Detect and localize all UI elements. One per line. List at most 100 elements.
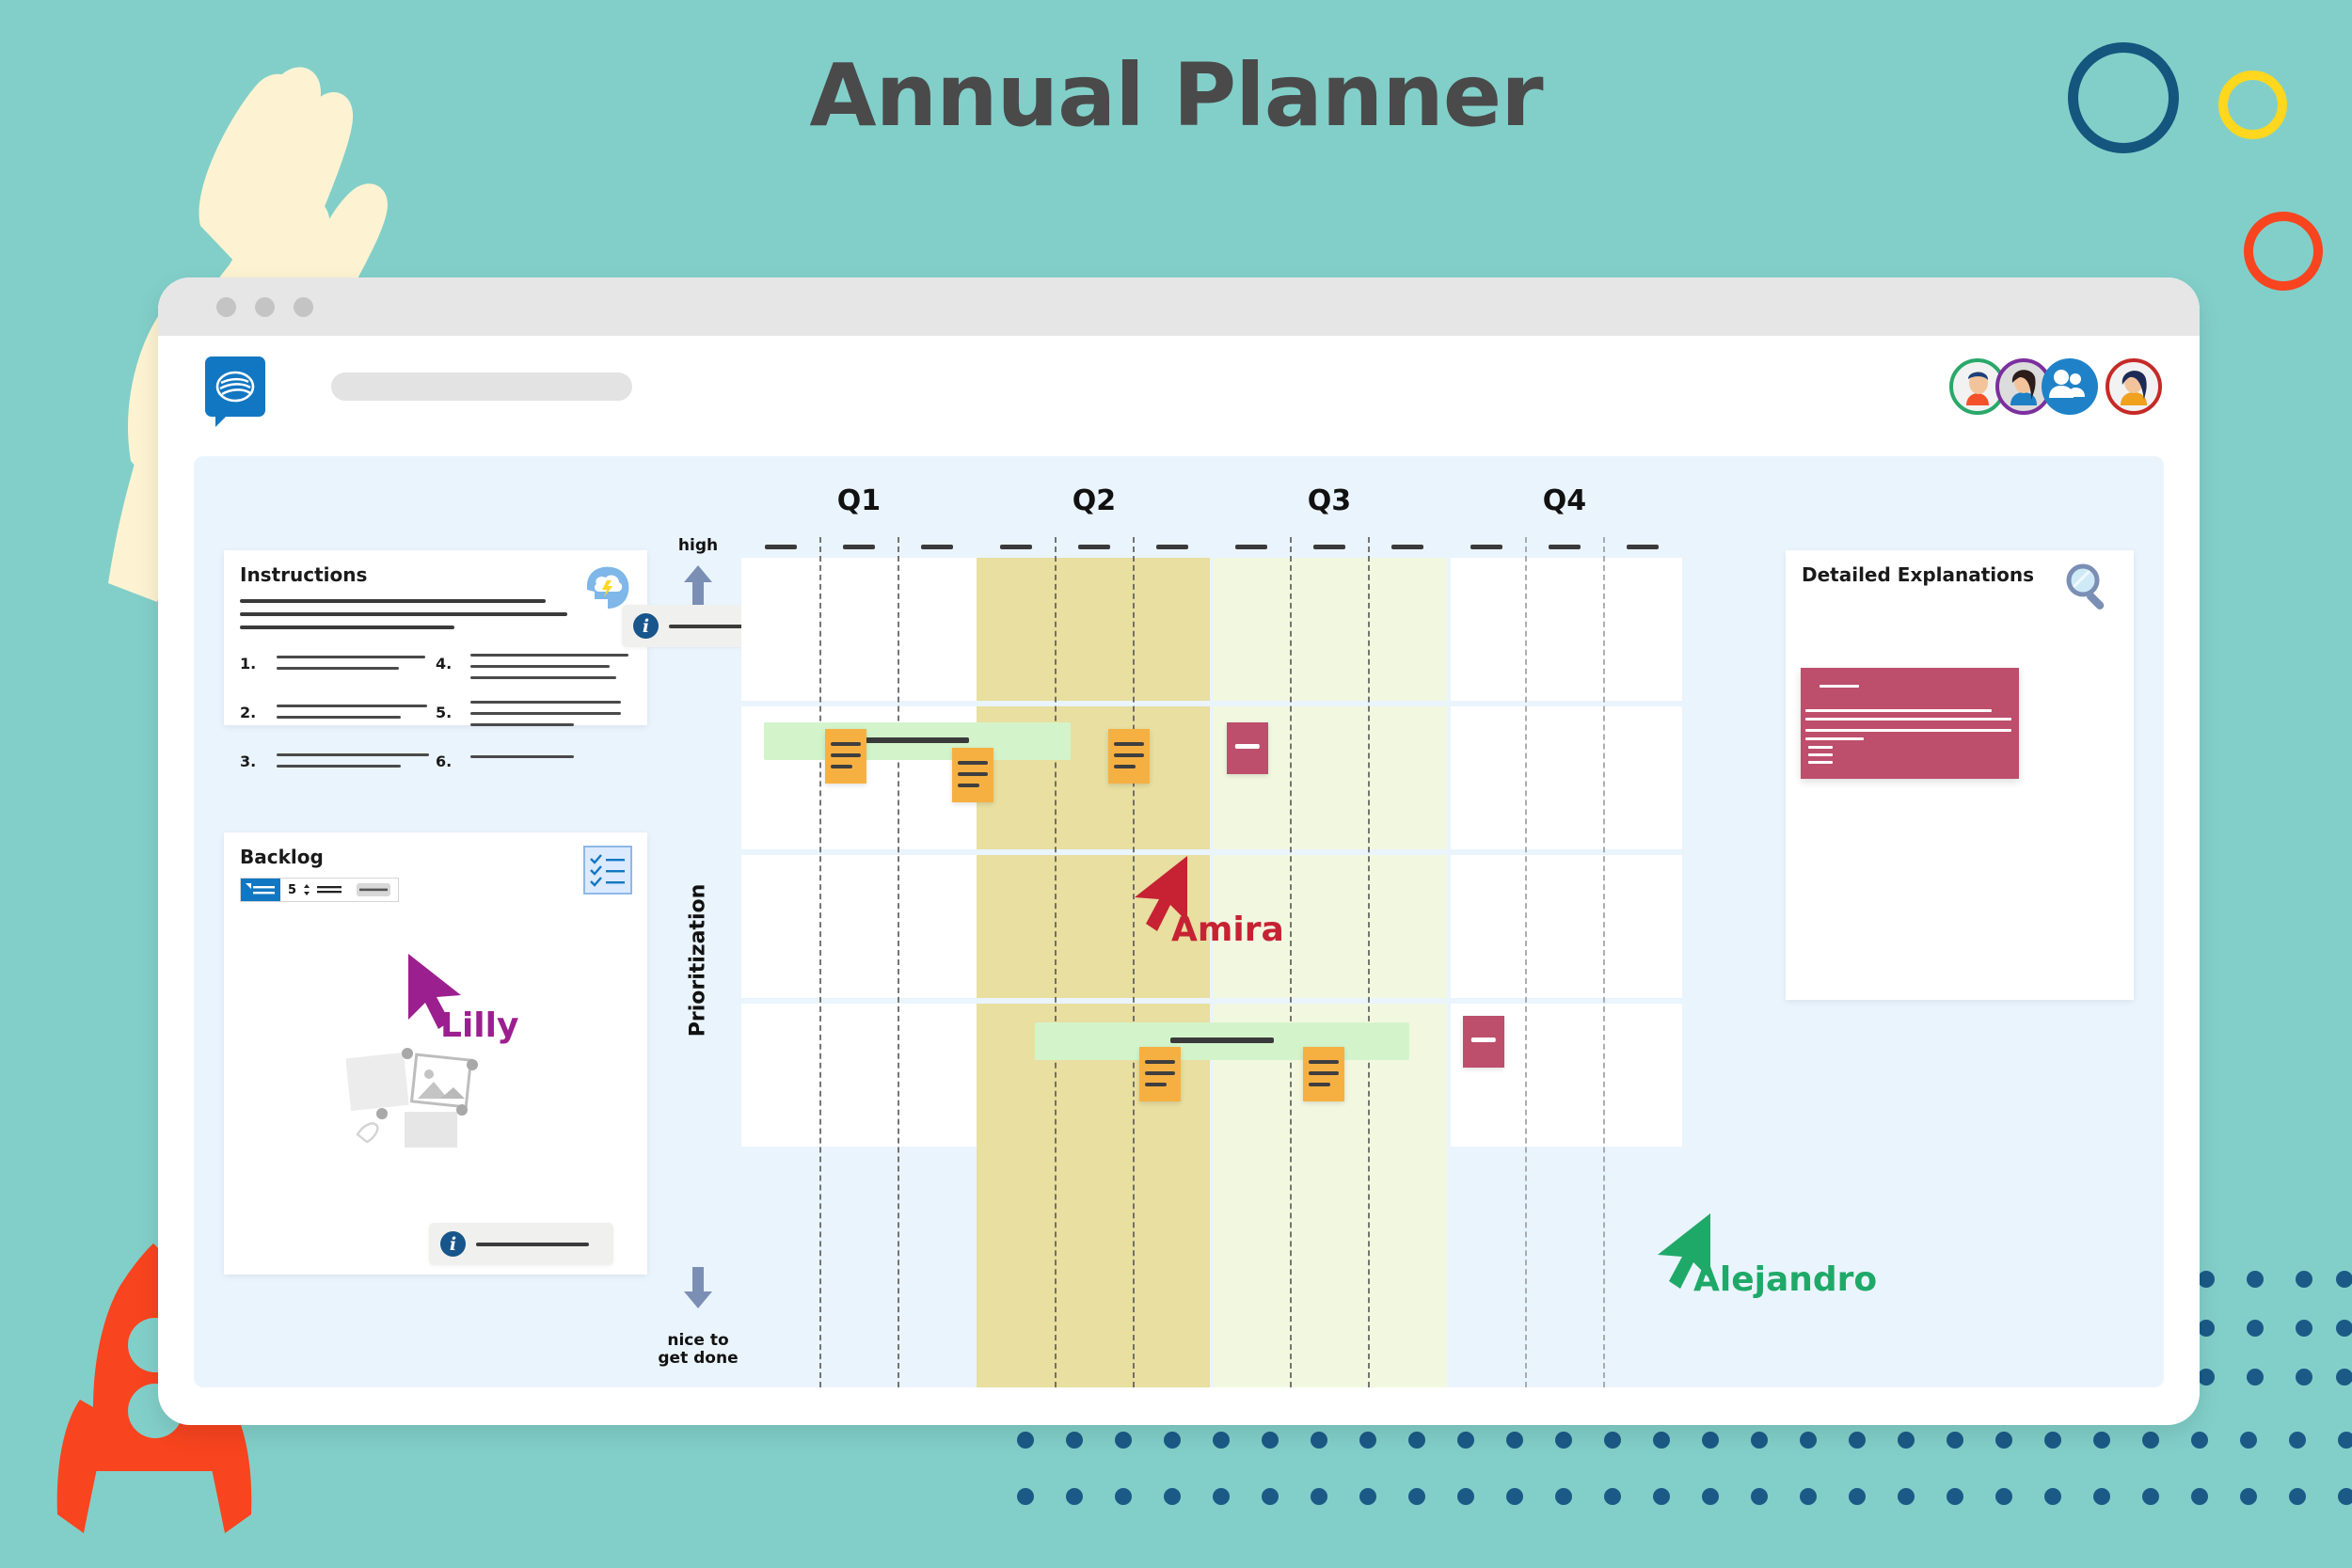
window-maximize-dot[interactable] (294, 296, 313, 317)
card-text-line (1805, 737, 1864, 740)
month-divider (819, 537, 821, 1387)
sticky-note-5[interactable] (1303, 1047, 1344, 1101)
line-style-icon (317, 886, 342, 894)
avatar-user-3[interactable] (2106, 358, 2162, 415)
month-dash (765, 545, 797, 549)
explanations-title: Detailed Explanations (1802, 563, 2035, 586)
month-divider (1525, 537, 1527, 1387)
swatch-pill (357, 883, 391, 896)
instruction-text-line (277, 667, 399, 670)
axis-high-label: high (677, 536, 719, 555)
avatar-group-icon[interactable] (2042, 358, 2098, 415)
sticky-note-3[interactable] (1108, 729, 1150, 784)
card-text-line (1805, 729, 2011, 732)
address-bar[interactable] (331, 372, 632, 401)
instruction-text-line (277, 765, 401, 768)
milestone-card-2[interactable] (1463, 1016, 1504, 1068)
instructions-header-line-2 (240, 612, 567, 616)
card-title-line (1820, 685, 1859, 688)
quarter-header-q1: Q1 (836, 484, 882, 517)
instruction-number: 3. (240, 752, 257, 770)
instruction-number: 1. (240, 655, 257, 673)
font-size-value: 5 (288, 882, 297, 897)
quarter-header-q2: Q2 (1072, 484, 1117, 517)
month-dash (1470, 545, 1502, 549)
quarter-band-q3 (1214, 558, 1447, 1387)
instruction-number: 2. (240, 704, 257, 721)
arrow-down-icon (684, 1267, 712, 1308)
ring-orange-decoration (2244, 212, 2323, 291)
month-dash (1627, 545, 1659, 549)
task-bar-title-line (1170, 1037, 1274, 1043)
window-minimize-dot[interactable] (255, 296, 275, 317)
instruction-number: 4. (436, 655, 453, 673)
instruction-text-line (277, 753, 429, 756)
backlog-title: Backlog (240, 846, 324, 868)
dot-pattern-bottom (1017, 1432, 2352, 1505)
collaborator-avatars (1949, 358, 2162, 415)
instruction-text-line (470, 701, 621, 704)
task-bar-title-line (866, 737, 969, 743)
task-bar-bottom[interactable] (1035, 1022, 1409, 1060)
instructions-header-line-3 (240, 626, 454, 629)
month-divider (898, 537, 899, 1387)
milestone-card-1[interactable] (1227, 722, 1268, 774)
checklist-icon (583, 846, 632, 895)
axis-low-label: nice to get done (658, 1330, 739, 1369)
card-text-line (1808, 761, 1833, 764)
font-size-stepper[interactable]: 5 (280, 879, 349, 901)
instruction-text-line (470, 676, 616, 679)
month-dash (1549, 545, 1581, 549)
instructions-title: Instructions (240, 563, 368, 586)
explanations-panel[interactable]: Detailed Explanations (1786, 550, 2134, 1000)
month-divider (1133, 537, 1135, 1387)
backlog-info-pill[interactable]: i (429, 1223, 613, 1265)
color-swatch-button[interactable] (349, 879, 398, 901)
instruction-text-line (277, 716, 401, 719)
app-logo-icon[interactable] (205, 356, 265, 427)
quarter-header-q3: Q3 (1307, 484, 1352, 517)
axis-vertical-label: Prioritization (686, 883, 710, 1037)
instruction-number: 6. (436, 752, 453, 770)
month-dash (1000, 545, 1032, 549)
cursor-label-amira: Amira (1171, 911, 1284, 949)
browser-toolbar (158, 336, 2200, 437)
month-divider (1055, 537, 1057, 1387)
window-close-dot[interactable] (216, 296, 236, 317)
instruction-text-line (470, 665, 610, 668)
instructions-header-line-1 (240, 599, 546, 603)
sticky-note-1[interactable] (825, 729, 866, 784)
info-text-line (476, 1242, 589, 1246)
instruction-text-line (470, 654, 628, 657)
explanation-card[interactable] (1801, 668, 2019, 779)
instructions-panel[interactable]: Instructions 1. 2. 3. 4. 5. 6. (224, 550, 647, 770)
quarter-gap (1447, 558, 1451, 1147)
backlog-panel[interactable]: Backlog 5 i (224, 832, 647, 1275)
card-text-line (1808, 746, 1833, 749)
placeholder-shapes (346, 1048, 478, 1148)
info-icon: i (633, 613, 659, 639)
month-dash (1078, 545, 1110, 549)
month-divider (1368, 537, 1370, 1387)
backlog-toolbar[interactable]: 5 (240, 878, 400, 902)
sticky-note-2[interactable] (952, 748, 993, 802)
card-text-line (1808, 753, 1833, 756)
task-bar-top[interactable] (764, 722, 1071, 760)
sticky-note-4[interactable] (1139, 1047, 1181, 1101)
month-dash (1391, 545, 1423, 549)
info-icon: i (440, 1231, 466, 1257)
month-dash (843, 545, 875, 549)
instruction-number: 5. (436, 704, 453, 721)
note-tool-button[interactable] (241, 879, 280, 901)
browser-window: Instructions 1. 2. 3. 4. 5. 6. Backlog 5… (158, 277, 2200, 1425)
card-text-line (1805, 718, 2011, 721)
card-text-line (1805, 709, 1992, 712)
stepper-arrows-icon (304, 884, 310, 895)
month-dash (1313, 545, 1345, 549)
instruction-text-line (277, 656, 425, 658)
quarter-band-q2 (977, 558, 1210, 1387)
month-divider (1290, 537, 1292, 1387)
month-dash (1235, 545, 1267, 549)
month-divider (1603, 537, 1605, 1387)
magnifier-icon (2066, 563, 2105, 610)
